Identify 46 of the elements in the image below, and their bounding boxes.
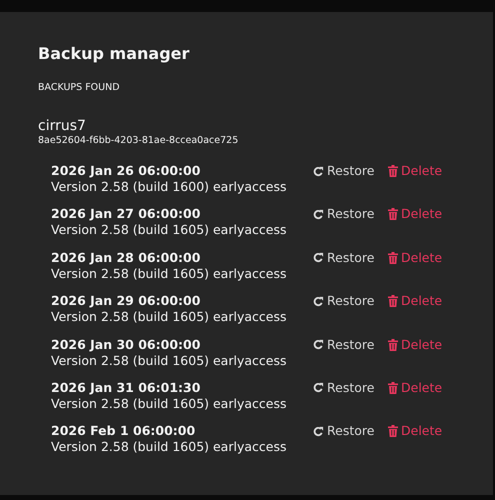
redo-icon	[313, 426, 324, 437]
backup-date: 2026 Jan 30 06:00:00	[51, 336, 202, 353]
delete-button[interactable]: Delete	[388, 336, 442, 353]
restore-button[interactable]: Restore	[313, 163, 388, 179]
trash-icon	[388, 295, 398, 308]
restore-button[interactable]: Restore	[313, 336, 388, 353]
delete-button[interactable]: Delete	[388, 163, 442, 179]
backup-version: Version 2.58 (build 1605) earlyaccess	[51, 396, 288, 412]
delete-button[interactable]: Delete	[388, 250, 442, 266]
delete-button[interactable]: Delete	[388, 293, 442, 310]
restore-button[interactable]: Restore	[313, 293, 388, 310]
section-label: BACKUPS FOUND	[38, 82, 121, 93]
trash-icon	[388, 338, 398, 351]
trash-icon	[388, 165, 398, 177]
device-id: 8ae52604-f6bb-4203-81ae-8ccea0ace725	[38, 135, 240, 146]
backup-date: 2026 Jan 27 06:00:00	[51, 206, 202, 222]
backup-version: Version 2.58 (build 1605) earlyaccess	[51, 439, 288, 456]
delete-button[interactable]: Delete	[388, 423, 442, 440]
delete-button[interactable]: Delete	[388, 380, 442, 396]
trash-icon	[388, 208, 398, 220]
backup-version: Version 2.58 (build 1605) earlyaccess	[51, 222, 288, 238]
delete-button[interactable]: Delete	[388, 206, 442, 222]
backup-date: 2026 Jan 31 06:01:30	[51, 380, 202, 396]
backup-date: 2026 Feb 1 06:00:00	[51, 423, 196, 440]
restore-button[interactable]: Restore	[313, 423, 388, 440]
trash-icon	[388, 425, 398, 438]
redo-icon	[313, 208, 324, 220]
backup-version: Version 2.58 (build 1605) earlyaccess	[51, 309, 288, 326]
redo-icon	[313, 252, 324, 264]
redo-icon	[313, 166, 324, 176]
backup-date: 2026 Jan 26 06:00:00	[51, 163, 202, 179]
trash-icon	[388, 252, 398, 264]
restore-button[interactable]: Restore	[313, 206, 388, 222]
backup-date: 2026 Jan 29 06:00:00	[51, 293, 202, 310]
device-name: cirrus7	[38, 118, 87, 134]
redo-icon	[313, 296, 324, 307]
dialog-title: Backup manager	[38, 44, 190, 63]
restore-button[interactable]: Restore	[313, 250, 388, 266]
trash-icon	[388, 382, 398, 394]
redo-icon	[313, 339, 324, 350]
backup-version: Version 2.58 (build 1605) earlyaccess	[51, 266, 288, 282]
redo-icon	[313, 382, 324, 394]
backup-version: Version 2.58 (build 1605) earlyaccess	[51, 352, 288, 369]
restore-button[interactable]: Restore	[313, 380, 388, 396]
backup-date: 2026 Jan 28 06:00:00	[51, 250, 202, 266]
backup-version: Version 2.58 (build 1600) earlyaccess	[51, 179, 288, 195]
